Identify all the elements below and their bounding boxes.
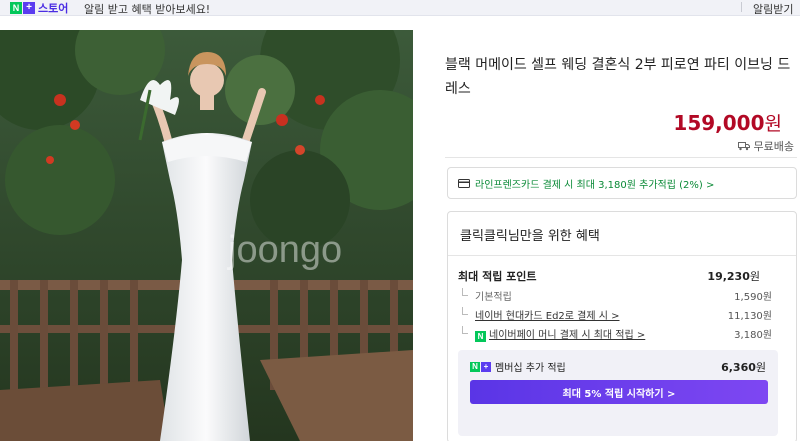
- points-row-hyundai-card[interactable]: 네이버 현대카드 Ed2로 결제 시 > 11,130원: [462, 307, 772, 323]
- naver-plus-store-logo: N + 스토어: [10, 1, 69, 15]
- price-unit: 원: [764, 113, 782, 135]
- product-image[interactable]: joongo: [0, 30, 413, 441]
- max-points-label: 최대 적립 포인트: [458, 270, 537, 283]
- svg-text:joongo: joongo: [227, 229, 342, 271]
- membership-label: N + 멤버십 추가 적립: [470, 359, 566, 374]
- points-row-link[interactable]: 네이버 현대카드 Ed2로 결제 시 >: [475, 307, 620, 322]
- shipping-label: 무료배송: [753, 140, 794, 153]
- points-row-value: 1,590원: [734, 292, 772, 303]
- plus-icon: +: [23, 1, 35, 14]
- card-offer-banner[interactable]: 라인프렌즈카드 결제 시 최대 3,180원 추가적립 (2%) >: [447, 167, 797, 199]
- benefits-title: 클릭클릭님만을 위한 혜택: [460, 229, 600, 244]
- naver-n-icon: N: [470, 361, 480, 372]
- benefits-panel: 클릭클릭님만을 위한 혜택 최대 적립 포인트 19,230원 기본적립 1,5…: [447, 211, 797, 441]
- shipping-info: 무료배송: [737, 138, 794, 154]
- dress-photo: joongo: [0, 30, 413, 441]
- membership-unit: 원: [755, 361, 766, 374]
- card-offer-text: 라인프렌즈카드 결제 시 최대 3,180원 추가적립 (2%) >: [475, 179, 715, 191]
- banner-message: 알림 받고 혜택 받아보세요!: [84, 3, 211, 16]
- max-points-number: 19,230: [707, 270, 750, 283]
- naver-n-icon: N: [10, 1, 22, 14]
- price-value: 159,000: [673, 111, 765, 135]
- points-row-link[interactable]: N 네이버페이 머니 결제 시 최대 적립 >: [475, 326, 645, 342]
- points-row-naverpay[interactable]: N 네이버페이 머니 결제 시 최대 적립 > 3,180원: [462, 326, 772, 342]
- membership-text: 멤버십 추가 적립: [495, 363, 566, 374]
- store-label: 스토어: [38, 1, 69, 15]
- naver-pay-icon: N: [475, 331, 486, 342]
- plus-icon: +: [481, 361, 491, 372]
- store-banner[interactable]: N + 스토어 알림 받고 혜택 받아보세요! 알림받기: [0, 0, 800, 16]
- notification-button[interactable]: 알림받기: [753, 1, 793, 17]
- product-price: 159,000원: [673, 109, 782, 136]
- max-points-unit: 원: [749, 270, 760, 283]
- credit-card-icon: [458, 178, 470, 188]
- membership-box: N + 멤버십 추가 적립 6,360원 최대 5% 적립 시작하기 >: [458, 350, 778, 436]
- benefits-divider: [448, 255, 796, 256]
- truck-icon: [737, 142, 750, 151]
- banner-divider: [741, 2, 742, 12]
- membership-value: 6,360원: [721, 359, 766, 375]
- membership-number: 6,360: [721, 361, 756, 374]
- points-row-value: 11,130원: [727, 311, 772, 322]
- max-points-value: 19,230원: [707, 268, 760, 284]
- product-title: 블랙 머메이드 셀프 웨딩 결혼식 2부 피로연 파티 이브닝 드레스: [445, 57, 791, 97]
- points-row-label: 기본적립: [475, 292, 512, 303]
- points-row-value: 3,180원: [734, 330, 772, 341]
- divider: [445, 157, 797, 158]
- points-row-basic: 기본적립 1,590원: [462, 288, 772, 304]
- start-membership-button[interactable]: 최대 5% 적립 시작하기 >: [470, 380, 768, 404]
